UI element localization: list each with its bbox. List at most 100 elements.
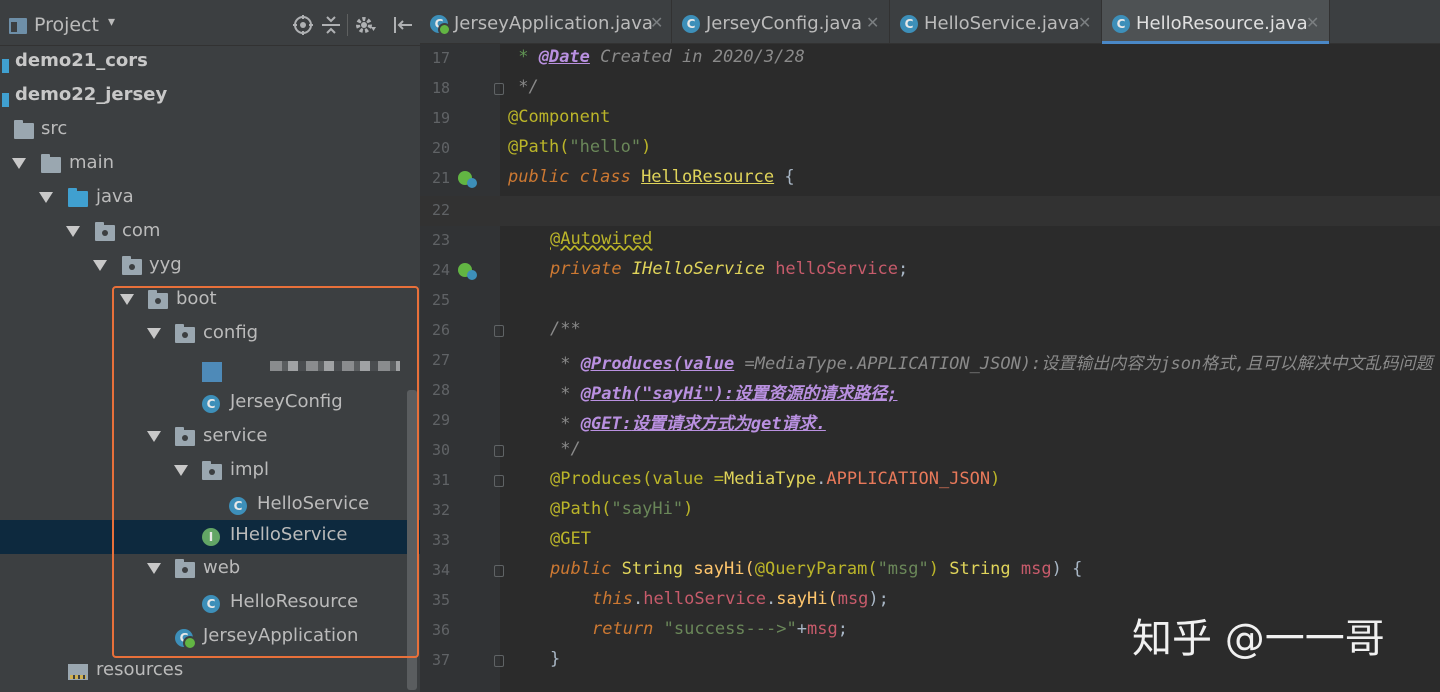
- line-number: 21: [431, 169, 450, 187]
- tree-item-label: com: [122, 220, 161, 241]
- line-number: 25: [431, 291, 450, 309]
- source-folder-icon: [68, 188, 88, 207]
- tab-helloservice[interactable]: C HelloService.java ✕: [890, 0, 1102, 44]
- line-number: 22: [431, 201, 450, 219]
- tab-jerseyconfig[interactable]: C JerseyConfig.java ✕: [672, 0, 890, 44]
- package-icon: [122, 256, 142, 275]
- code-line: 21 public class HelloResource {: [420, 164, 1440, 194]
- locate-icon[interactable]: [292, 14, 314, 36]
- line-number: 30: [431, 441, 450, 459]
- line-number: 33: [431, 531, 450, 549]
- line-number: 35: [431, 591, 450, 609]
- close-icon[interactable]: ✕: [866, 13, 879, 32]
- tree-item-yyg[interactable]: yyg: [0, 250, 420, 284]
- spring-boot-class-icon: C: [430, 15, 451, 36]
- class-icon: C: [682, 15, 700, 33]
- tree-item-resources[interactable]: resources: [0, 655, 420, 689]
- code-line: 17 * @Date Created in 2020/3/28: [420, 44, 1440, 74]
- tree-item-label: demo21_cors: [15, 50, 148, 71]
- tree-item-label: src: [41, 118, 68, 139]
- line-number: 34: [431, 561, 450, 579]
- expand-arrow-icon[interactable]: [93, 260, 107, 271]
- code-area[interactable]: 17 * @Date Created in 2020/3/28 18 */ 19…: [420, 44, 1440, 692]
- code-line: 34 public String sayHi(@QueryParam("msg"…: [420, 556, 1440, 586]
- tree-item-main[interactable]: main: [0, 148, 420, 182]
- tab-label: HelloService.java: [924, 13, 1080, 34]
- folder-icon: [41, 154, 61, 173]
- tree-item-demo21-cors[interactable]: demo21_cors: [0, 46, 420, 80]
- line-number: 26: [431, 321, 450, 339]
- spring-bean-gutter-icon[interactable]: [458, 171, 477, 188]
- tree-item-label: main: [69, 152, 114, 173]
- package-icon: [95, 222, 115, 241]
- tree-item-label: demo22_jersey: [15, 84, 168, 105]
- line-number: 17: [431, 49, 450, 67]
- fold-marker-icon[interactable]: [494, 445, 504, 457]
- fold-marker-icon[interactable]: [494, 565, 504, 577]
- code-line: 26 /**: [420, 316, 1440, 346]
- tab-helloresource[interactable]: C HelloResource.java ✕: [1102, 0, 1330, 44]
- tree-item-label: java: [96, 186, 134, 207]
- tab-label: JerseyConfig.java: [706, 13, 863, 34]
- line-number: 24: [431, 261, 450, 279]
- code-line: 30 */: [420, 436, 1440, 466]
- class-icon: C: [1112, 15, 1130, 33]
- expand-arrow-icon[interactable]: [39, 192, 53, 203]
- code-line: 27 * @Produces(value =MediaType.APPLICAT…: [420, 346, 1440, 376]
- project-title[interactable]: Project: [34, 14, 99, 36]
- code-line: 18 */: [420, 74, 1440, 104]
- tab-label: JerseyApplication.java: [454, 13, 653, 34]
- code-line: 28 * @Path("sayHi"):设置资源的请求路径;: [420, 376, 1440, 406]
- resources-folder-icon: [68, 664, 88, 680]
- line-number: 20: [431, 139, 450, 157]
- close-icon[interactable]: ✕: [1306, 13, 1319, 32]
- code-line: 23 @Autowired: [420, 226, 1440, 256]
- line-number: 32: [431, 501, 450, 519]
- tree-item-com[interactable]: com: [0, 216, 420, 250]
- line-number: 18: [431, 79, 450, 97]
- watermark: 知乎 @一一哥: [1132, 616, 1385, 662]
- tree-item-demo22-jersey[interactable]: demo22_jersey: [0, 80, 420, 114]
- tree-item-src[interactable]: src: [0, 114, 420, 148]
- editor-tabbar: C JerseyApplication.java ✕ C JerseyConfi…: [420, 0, 1440, 44]
- autowired-gutter-icon[interactable]: [458, 263, 477, 280]
- line-number: 31: [431, 471, 450, 489]
- highlight-box: [112, 286, 419, 658]
- project-view-icon: [9, 18, 27, 34]
- code-line: 24 private IHelloService helloService;: [420, 256, 1440, 286]
- tab-jerseyapplication[interactable]: C JerseyApplication.java ✕: [420, 0, 672, 44]
- line-number: 28: [431, 381, 450, 399]
- code-line: 33 @GET: [420, 526, 1440, 556]
- line-number: 23: [431, 231, 450, 249]
- expand-arrow-icon[interactable]: [66, 226, 80, 237]
- editor: C JerseyApplication.java ✕ C JerseyConfi…: [420, 0, 1440, 692]
- tab-label: HelloResource.java: [1136, 13, 1308, 34]
- header-divider: [347, 14, 348, 36]
- close-icon[interactable]: ✕: [1078, 13, 1091, 32]
- project-view-dropdown[interactable]: ▾: [108, 14, 115, 30]
- code-line: 19 @Component: [420, 104, 1440, 134]
- fold-marker-icon[interactable]: [494, 655, 504, 667]
- line-number: 37: [431, 651, 450, 669]
- tree-item-label: resources: [96, 659, 184, 680]
- code-line: 29 * @GET:设置请求方式为get请求.: [420, 406, 1440, 436]
- code-line: 22: [420, 196, 1440, 226]
- gear-icon[interactable]: [354, 14, 376, 36]
- code-line: 20 @Path("hello"): [420, 134, 1440, 164]
- line-number: 36: [431, 621, 450, 639]
- line-number: 29: [431, 411, 450, 429]
- module-icon: [2, 93, 9, 107]
- tree-item-java[interactable]: java: [0, 182, 420, 216]
- code-line: 31 @Produces(value =MediaType.APPLICATIO…: [420, 466, 1440, 496]
- folder-icon: [14, 120, 34, 139]
- project-header: Project ▾: [0, 0, 420, 46]
- collapse-all-icon[interactable]: [320, 14, 342, 36]
- line-number: 27: [431, 351, 450, 369]
- fold-marker-icon[interactable]: [494, 325, 504, 337]
- close-icon[interactable]: ✕: [650, 13, 663, 32]
- code-line: 32 @Path("sayHi"): [420, 496, 1440, 526]
- expand-arrow-icon[interactable]: [12, 158, 26, 169]
- fold-marker-icon[interactable]: [494, 475, 504, 487]
- hide-panel-icon[interactable]: [392, 14, 414, 36]
- fold-marker-icon[interactable]: [494, 83, 504, 95]
